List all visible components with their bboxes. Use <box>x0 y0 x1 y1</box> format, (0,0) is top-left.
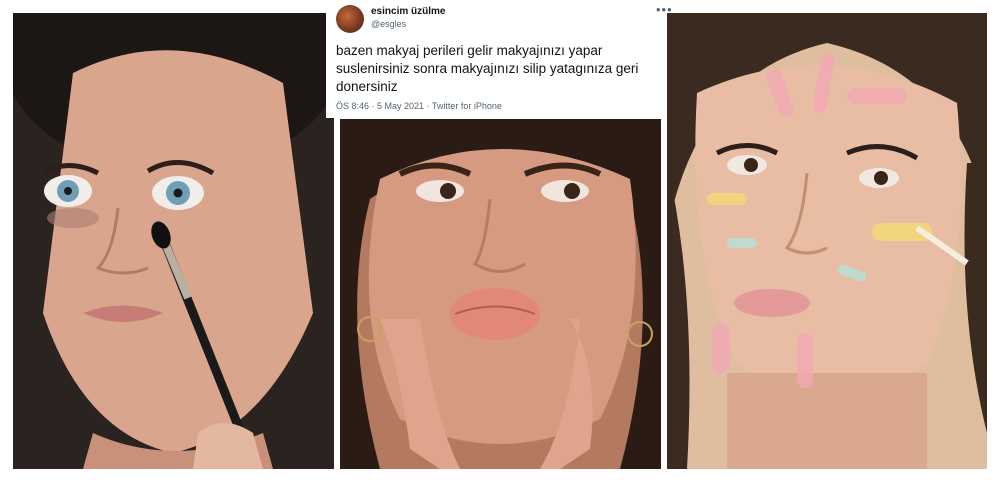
color-correcting-photo <box>667 13 987 469</box>
concealer-brush-photo <box>13 13 334 469</box>
photo-duck-face <box>340 119 661 469</box>
photo-concealer-brush <box>13 13 334 469</box>
tweet-text: bazen makyaj perileri gelir makyajınızı … <box>336 43 639 94</box>
photo-color-correcting <box>667 13 987 469</box>
display-name[interactable]: esincim üzülme <box>371 6 445 17</box>
user-handle[interactable]: @esgles <box>371 19 406 29</box>
tweet-card[interactable]: esincim üzülme @esgles ••• bazen makyaj … <box>326 0 673 118</box>
tweet-timestamp[interactable]: ÖS 8:46 · 5 May 2021 · Twitter for iPhon… <box>336 101 502 111</box>
duck-face-photo <box>340 119 661 469</box>
avatar[interactable] <box>336 5 364 33</box>
